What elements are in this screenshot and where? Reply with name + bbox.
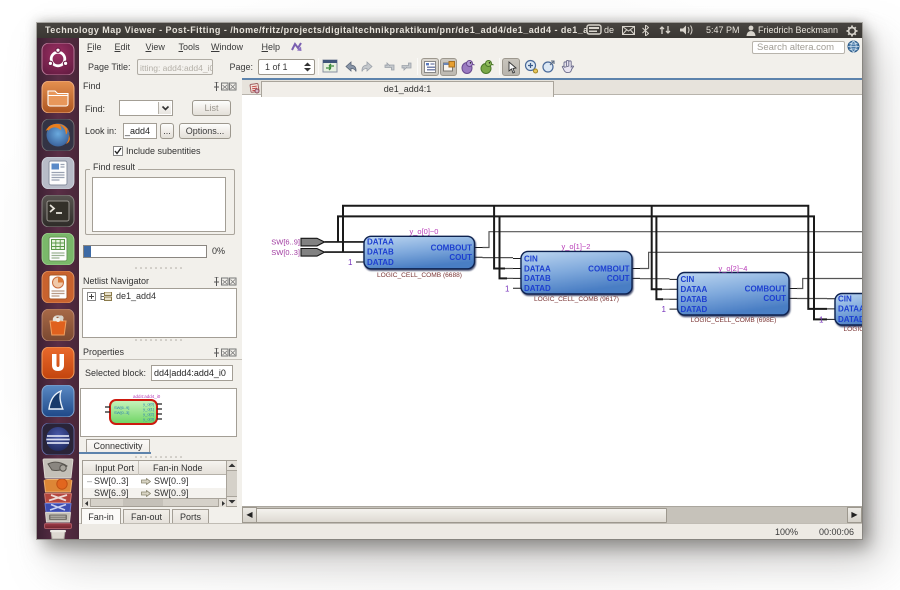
svg-text:LOGIC_CE: LOGIC_CE bbox=[844, 326, 863, 333]
svg-text:CIN: CIN bbox=[838, 295, 852, 304]
svg-text:1: 1 bbox=[662, 305, 667, 314]
svg-text:DATAD: DATAD bbox=[681, 305, 708, 314]
svg-text:y_o[2]~4: y_o[2]~4 bbox=[719, 264, 748, 273]
svg-text:DATAA: DATAA bbox=[681, 285, 708, 294]
svg-text:y_o[1]~2: y_o[1]~2 bbox=[562, 242, 591, 251]
svg-text:SW[0..3]: SW[0..3] bbox=[271, 248, 300, 257]
svg-text:CIN: CIN bbox=[681, 275, 695, 284]
svg-text:y_o[3]: y_o[3] bbox=[143, 417, 154, 422]
svg-text:COMBOUT: COMBOUT bbox=[431, 243, 472, 252]
svg-text:DATAB: DATAB bbox=[524, 274, 551, 283]
svg-text:LOGIC_CELL_COMB (9617): LOGIC_CELL_COMB (9617) bbox=[534, 296, 619, 303]
svg-text:DATAB: DATAB bbox=[367, 248, 394, 257]
svg-text:COUT: COUT bbox=[449, 253, 472, 262]
svg-text:SW[0..3]: SW[0..3] bbox=[114, 410, 129, 415]
svg-text:DATAD: DATAD bbox=[367, 258, 394, 267]
svg-text:1: 1 bbox=[348, 258, 353, 267]
svg-text:DATAD: DATAD bbox=[524, 284, 551, 293]
svg-text:CIN: CIN bbox=[524, 254, 538, 263]
svg-text:DATAD: DATAD bbox=[838, 315, 862, 324]
svg-text:DATAB: DATAB bbox=[681, 295, 708, 304]
svg-text:y_o[0]~0: y_o[0]~0 bbox=[410, 227, 439, 236]
svg-text:COMBOUT: COMBOUT bbox=[588, 264, 629, 273]
svg-text:COUT: COUT bbox=[763, 294, 786, 303]
svg-text:LOGIC_CELL_COMB (698E): LOGIC_CELL_COMB (698E) bbox=[691, 317, 777, 324]
svg-text:DATAA: DATAA bbox=[838, 305, 862, 314]
svg-text:1: 1 bbox=[505, 284, 510, 293]
svg-text:SW[6..9]: SW[6..9] bbox=[271, 238, 300, 247]
svg-text:COMBOUT: COMBOUT bbox=[745, 284, 786, 293]
svg-text:add4:add4_i0: add4:add4_i0 bbox=[133, 394, 161, 399]
svg-text:DATAA: DATAA bbox=[524, 264, 551, 273]
svg-text:1: 1 bbox=[819, 315, 824, 324]
svg-text:DATAA: DATAA bbox=[367, 238, 394, 247]
svg-text:LOGIC_CELL_COMB (6688): LOGIC_CELL_COMB (6688) bbox=[377, 272, 462, 279]
svg-text:COUT: COUT bbox=[607, 274, 630, 283]
